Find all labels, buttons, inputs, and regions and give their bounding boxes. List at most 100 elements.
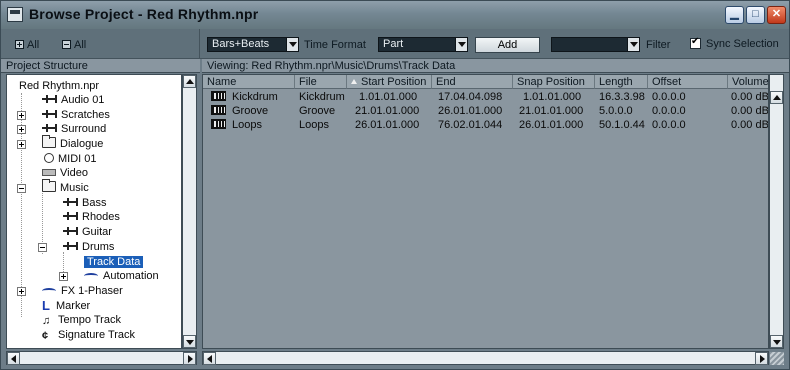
close-button[interactable]: ✕ [767,6,786,24]
tree-horizontal-scrollbar[interactable] [6,351,197,365]
marker-icon: L [42,298,50,313]
tree-item-bass[interactable]: Bass [63,196,106,210]
tree-item-fx-1-phaser[interactable]: FX 1-Phaser [42,284,123,298]
column-header-name[interactable]: Name [203,75,295,89]
project-tree[interactable]: Red Rhythm.npr Audio 01 Scratches Surrou… [6,74,182,349]
tree-item-label: Audio 01 [61,94,105,106]
tree-vertical-scrollbar[interactable] [182,74,197,349]
table-vertical-scrollbar[interactable] [769,74,784,349]
maximize-button[interactable]: □ [746,6,765,24]
sync-selection-toggle[interactable]: Sync Selection [690,36,779,50]
tree-item-midi-01[interactable]: MIDI 01 [42,152,97,166]
expand-icon [15,40,24,49]
filter-dropdown[interactable] [551,37,640,52]
event-table[interactable]: Name File Start Position End Snap Positi… [202,74,769,349]
expand-toggle[interactable] [17,111,26,120]
scroll-right-button[interactable] [183,352,196,365]
resize-grip[interactable] [770,352,784,365]
scroll-down-button[interactable] [183,335,196,348]
cell-offset: 0.0.0.0 [652,91,686,103]
sync-selection-label: Sync Selection [706,38,779,50]
scroll-up-button[interactable] [770,91,783,104]
chevron-down-icon[interactable] [286,38,298,51]
cell-snap: 1.01.01.000 [523,91,582,103]
scroll-up-button[interactable] [183,75,196,88]
title-bar[interactable]: Browse Project - Red Rhythm.npr ▁ □ ✕ [1,1,789,29]
tree-root[interactable]: Red Rhythm.npr [19,79,99,93]
collapse-all-label: All [74,39,87,51]
scroll-right-button[interactable] [755,352,768,365]
time-format-dropdown[interactable]: Bars+Beats [207,37,299,52]
cell-start: 26.01.01.000 [355,119,420,131]
collapse-all-button[interactable]: All [62,39,86,51]
chevron-down-icon [186,340,194,345]
cell-name: Groove [207,105,268,118]
tree-item-track-data[interactable]: Track Data [84,255,144,269]
tree-item-label: Drums [82,241,115,253]
audio-track-icon [42,94,57,104]
table-row[interactable]: Loops Loops 26.01.01.000 76.02.01.044 26… [203,119,769,132]
chevron-down-icon[interactable] [627,38,639,51]
table-row[interactable]: Kickdrum Kickdrum 1.01.01.000 17.04.04.0… [203,91,768,104]
sort-ascending-icon [351,79,357,84]
window-title: Browse Project - Red Rhythm.npr [29,6,259,22]
audio-track-icon [63,241,78,251]
tree-item-label: Bass [82,197,107,209]
column-header-start-position[interactable]: Start Position [347,75,432,89]
expand-all-button[interactable]: All [15,39,39,51]
tree-item-label: Music [60,182,89,194]
tree-item-signature-track[interactable]: ¢ Signature Track [42,328,135,342]
tree-item-audio-01[interactable]: Audio 01 [42,93,104,107]
tree-item-video[interactable]: Video [42,166,88,180]
tree-item-marker[interactable]: L Marker [42,299,90,313]
tree-item-guitar[interactable]: Guitar [63,225,112,239]
table-horizontal-scrollbar[interactable] [202,351,769,365]
collapse-toggle[interactable] [17,184,26,193]
tree-item-dialogue[interactable]: Dialogue [42,135,103,151]
minimize-button[interactable]: ▁ [725,6,744,24]
cell-length: 50.1.0.44 [599,119,645,131]
tree-item-label: Tempo Track [58,314,121,326]
tree-item-music[interactable]: Music [42,179,89,195]
add-button[interactable]: Add [475,37,540,53]
column-header-offset[interactable]: Offset [648,75,728,89]
audio-event-icon [211,105,226,115]
column-header-file[interactable]: File [295,75,347,89]
collapse-toggle[interactable] [38,243,47,252]
cell-snap: 21.01.01.000 [519,105,584,117]
tree-toolbar: All All [1,29,200,59]
scroll-left-button[interactable] [203,352,216,365]
cell-name-text: Loops [232,119,262,131]
column-header-snap-position[interactable]: Snap Position [513,75,595,89]
type-dropdown[interactable]: Part [378,37,468,52]
tree-item-tempo-track[interactable]: ♫ Tempo Track [42,313,121,327]
tree-item-automation[interactable]: Automation [84,269,159,283]
cell-volume: 0.00 dB [731,119,769,131]
expand-toggle[interactable] [17,125,26,134]
expand-toggle[interactable] [59,272,68,281]
chevron-left-icon [11,355,16,363]
tree-item-surround[interactable]: Surround [42,122,106,136]
column-header-volume[interactable]: Volume [728,75,768,89]
cell-name-text: Groove [232,105,269,117]
chevron-down-icon[interactable] [455,38,467,51]
cell-length: 16.3.3.98 [599,91,645,103]
scroll-down-button[interactable] [770,335,783,348]
expand-toggle[interactable] [17,287,26,296]
chevron-up-icon [773,95,781,100]
table-row[interactable]: Groove Groove 21.01.01.000 26.01.01.000 … [203,105,768,118]
scroll-left-button[interactable] [7,352,20,365]
cell-name: Loops [207,119,262,132]
tree-item-label: Automation [103,270,159,282]
column-header-end[interactable]: End [432,75,513,89]
tree-item-rhodes[interactable]: Rhodes [63,210,120,224]
chevron-right-icon [760,355,765,363]
sync-selection-checkbox[interactable] [690,36,701,49]
column-header-length[interactable]: Length [595,75,648,89]
tree-item-drums[interactable]: Drums [63,240,114,254]
tree-item-scratches[interactable]: Scratches [42,108,110,122]
chevron-right-icon [188,355,193,363]
cell-start: 1.01.01.000 [359,91,418,103]
expand-toggle[interactable] [17,140,26,149]
type-value: Part [383,38,404,50]
